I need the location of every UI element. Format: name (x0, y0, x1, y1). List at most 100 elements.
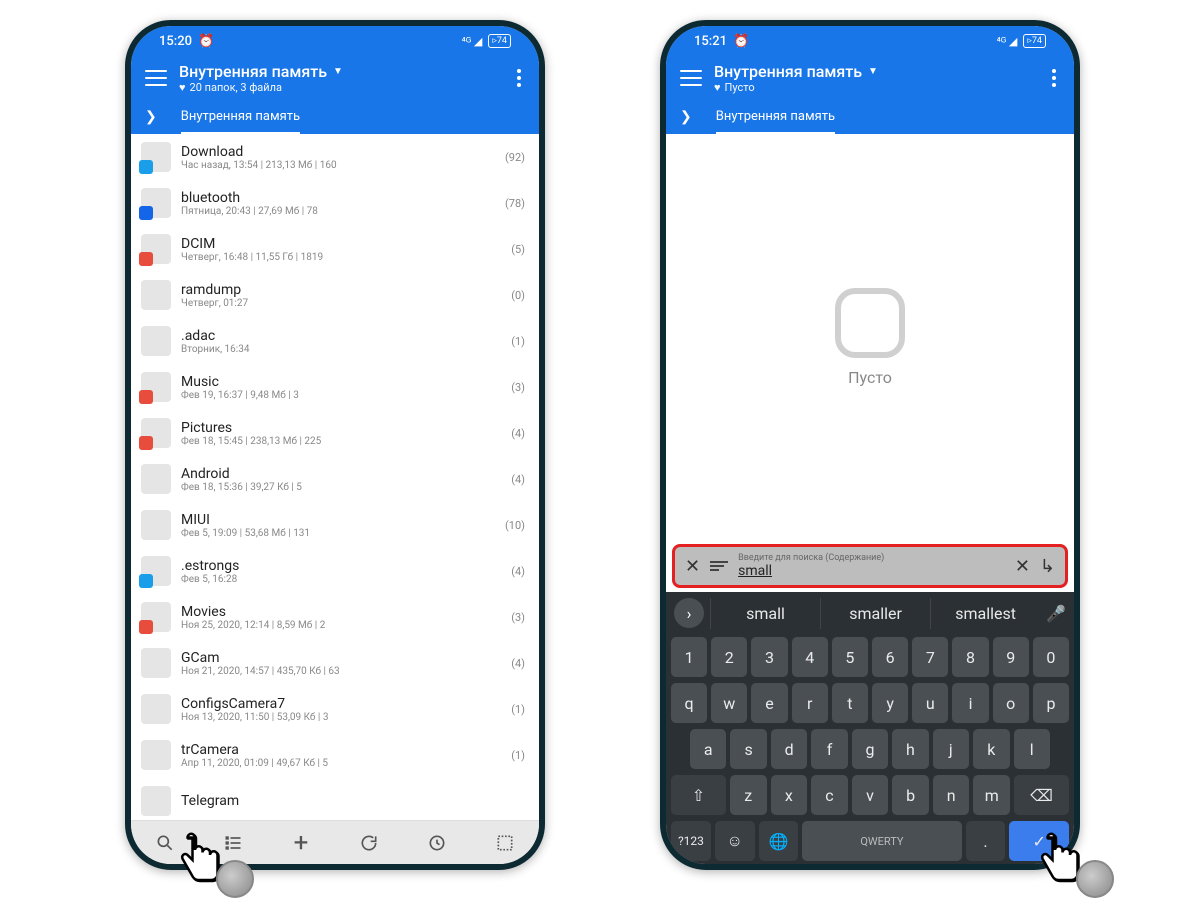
key-e[interactable]: e (751, 683, 787, 723)
key-1[interactable]: 1 (671, 637, 707, 677)
key-0[interactable]: 0 (1033, 637, 1069, 677)
search-input[interactable]: Введите для поиска (Содержание) small (738, 553, 1005, 579)
key-j[interactable]: j (933, 729, 969, 769)
key-6[interactable]: 6 (872, 637, 908, 677)
key-o[interactable]: o (993, 683, 1029, 723)
key-f[interactable]: f (811, 729, 847, 769)
key-w[interactable]: w (711, 683, 747, 723)
folder-row[interactable]: Movies Ноя 25, 2020, 12:14 | 8,59 Мб | 2… (131, 594, 539, 640)
key-i[interactable]: i (952, 683, 988, 723)
key-5[interactable]: 5 (832, 637, 868, 677)
key-7[interactable]: 7 (912, 637, 948, 677)
mic-button[interactable]: 🎤 (1046, 604, 1066, 623)
folder-row[interactable]: MIUI Фев 5, 19:09 | 53,68 Мб | 131 (10) (131, 502, 539, 548)
key-y[interactable]: y (872, 683, 908, 723)
select-button[interactable] (491, 829, 519, 857)
key-8[interactable]: 8 (952, 637, 988, 677)
folder-meta: Вторник, 16:34 (181, 344, 511, 355)
menu-button[interactable] (145, 70, 167, 86)
folder-row[interactable]: GCam Ноя 21, 2020, 14:57 | 435,70 Кб | 6… (131, 640, 539, 686)
key-x[interactable]: x (771, 775, 808, 815)
close-search-button[interactable]: ✕ (685, 556, 700, 577)
enter-key[interactable]: ✓ (1009, 821, 1069, 861)
key-d[interactable]: d (771, 729, 807, 769)
folder-name: ramdump (181, 282, 511, 298)
key-z[interactable]: z (730, 775, 767, 815)
folder-count: (10) (505, 519, 525, 532)
search-submit-button[interactable]: ↳ (1040, 556, 1055, 577)
folder-row[interactable]: trCamera Апр 11, 2020, 01:09 | 49,67 Кб … (131, 732, 539, 778)
folder-icon (141, 372, 171, 402)
key-2[interactable]: 2 (711, 637, 747, 677)
folder-row[interactable]: .estrongs Фев 5, 16:28 (4) (131, 548, 539, 594)
folder-row[interactable]: bluetooth Пятница, 20:43 | 27,69 Мб | 78… (131, 180, 539, 226)
folder-row[interactable]: Music Фев 19, 16:37 | 9,48 Мб | 3 (3) (131, 364, 539, 410)
key-3[interactable]: 3 (751, 637, 787, 677)
folder-meta: Ноя 21, 2020, 14:57 | 435,70 Кб | 63 (181, 666, 511, 677)
key-a[interactable]: a (690, 729, 726, 769)
folder-meta: Фев 18, 15:36 | 39,27 Кб | 5 (181, 482, 511, 493)
space-key[interactable]: QWERTY (802, 821, 961, 861)
overflow-menu-button[interactable] (1048, 65, 1060, 91)
period-key[interactable]: . (966, 821, 1006, 861)
key-m[interactable]: m (973, 775, 1010, 815)
folder-row[interactable]: Pictures Фев 18, 15:45 | 238,13 Мб | 225… (131, 410, 539, 456)
key-r[interactable]: r (792, 683, 828, 723)
folder-row[interactable]: .adac Вторник, 16:34 (1) (131, 318, 539, 364)
folder-row[interactable]: ramdump Четверг, 01:27 (0) (131, 272, 539, 318)
add-button[interactable]: + (287, 829, 315, 857)
menu-button[interactable] (680, 70, 702, 86)
chevron-down-icon[interactable]: ▼ (868, 66, 878, 77)
content-filter-icon[interactable] (710, 561, 728, 571)
key-g[interactable]: g (852, 729, 888, 769)
tab-internal-storage[interactable]: Внутренняя память (716, 101, 835, 134)
key-s[interactable]: s (730, 729, 766, 769)
folder-meta: Четверг, 16:48 | 11,55 Гб | 1819 (181, 252, 511, 263)
folder-row[interactable]: DCIM Четверг, 16:48 | 11,55 Гб | 1819 (5… (131, 226, 539, 272)
key-u[interactable]: u (912, 683, 948, 723)
key-q[interactable]: q (671, 683, 707, 723)
suggestion-2[interactable]: smaller (820, 598, 930, 629)
empty-icon (835, 288, 905, 358)
refresh-button[interactable] (355, 829, 383, 857)
screen: 15:21 ⏰ ⁴ᴳ ◢ ▹74 Внутренняя память▼ ♥Пус… (666, 26, 1074, 864)
search-button[interactable] (151, 829, 179, 857)
folder-row[interactable]: Download Час назад, 13:54 | 213,13 Мб | … (131, 134, 539, 180)
expand-icon[interactable]: ❯ (145, 109, 157, 125)
folder-count: (92) (505, 151, 525, 164)
key-p[interactable]: p (1033, 683, 1069, 723)
symbols-key[interactable]: ?123 (671, 821, 711, 861)
key-9[interactable]: 9 (993, 637, 1029, 677)
key-h[interactable]: h (892, 729, 928, 769)
suggestion-3[interactable]: smallest (930, 598, 1040, 629)
emoji-key[interactable]: ☺ (715, 821, 755, 861)
key-4[interactable]: 4 (792, 637, 828, 677)
chevron-down-icon[interactable]: ▼ (333, 66, 343, 77)
suggestion-1[interactable]: small (710, 598, 820, 629)
shift-key[interactable]: ⇧ (671, 775, 726, 815)
folder-name: DCIM (181, 236, 511, 252)
app-title[interactable]: Внутренняя память (179, 62, 327, 81)
language-key[interactable]: 🌐 (759, 821, 799, 861)
folder-row[interactable]: Telegram (131, 778, 539, 820)
tab-internal-storage[interactable]: Внутренняя память (181, 101, 300, 134)
folder-meta: Фев 19, 16:37 | 9,48 Мб | 3 (181, 390, 511, 401)
clear-search-button[interactable]: ✕ (1015, 556, 1030, 577)
expand-suggestions-button[interactable]: › (674, 598, 704, 628)
history-button[interactable] (423, 829, 451, 857)
folder-row[interactable]: Android Фев 18, 15:36 | 39,27 Кб | 5 (4) (131, 456, 539, 502)
backspace-key[interactable]: ⌫ (1014, 775, 1069, 815)
expand-icon[interactable]: ❯ (680, 109, 692, 125)
folder-row[interactable]: ConfigsCamera7 Ноя 13, 2020, 11:50 | 53,… (131, 686, 539, 732)
view-button[interactable] (219, 829, 247, 857)
key-c[interactable]: c (811, 775, 848, 815)
overflow-menu-button[interactable] (513, 65, 525, 91)
key-b[interactable]: b (892, 775, 929, 815)
key-k[interactable]: k (973, 729, 1009, 769)
key-v[interactable]: v (852, 775, 889, 815)
key-n[interactable]: n (933, 775, 970, 815)
file-list[interactable]: Download Час назад, 13:54 | 213,13 Мб | … (131, 134, 539, 820)
app-title[interactable]: Внутренняя память (714, 62, 862, 81)
key-l[interactable]: l (1014, 729, 1050, 769)
key-t[interactable]: t (832, 683, 868, 723)
